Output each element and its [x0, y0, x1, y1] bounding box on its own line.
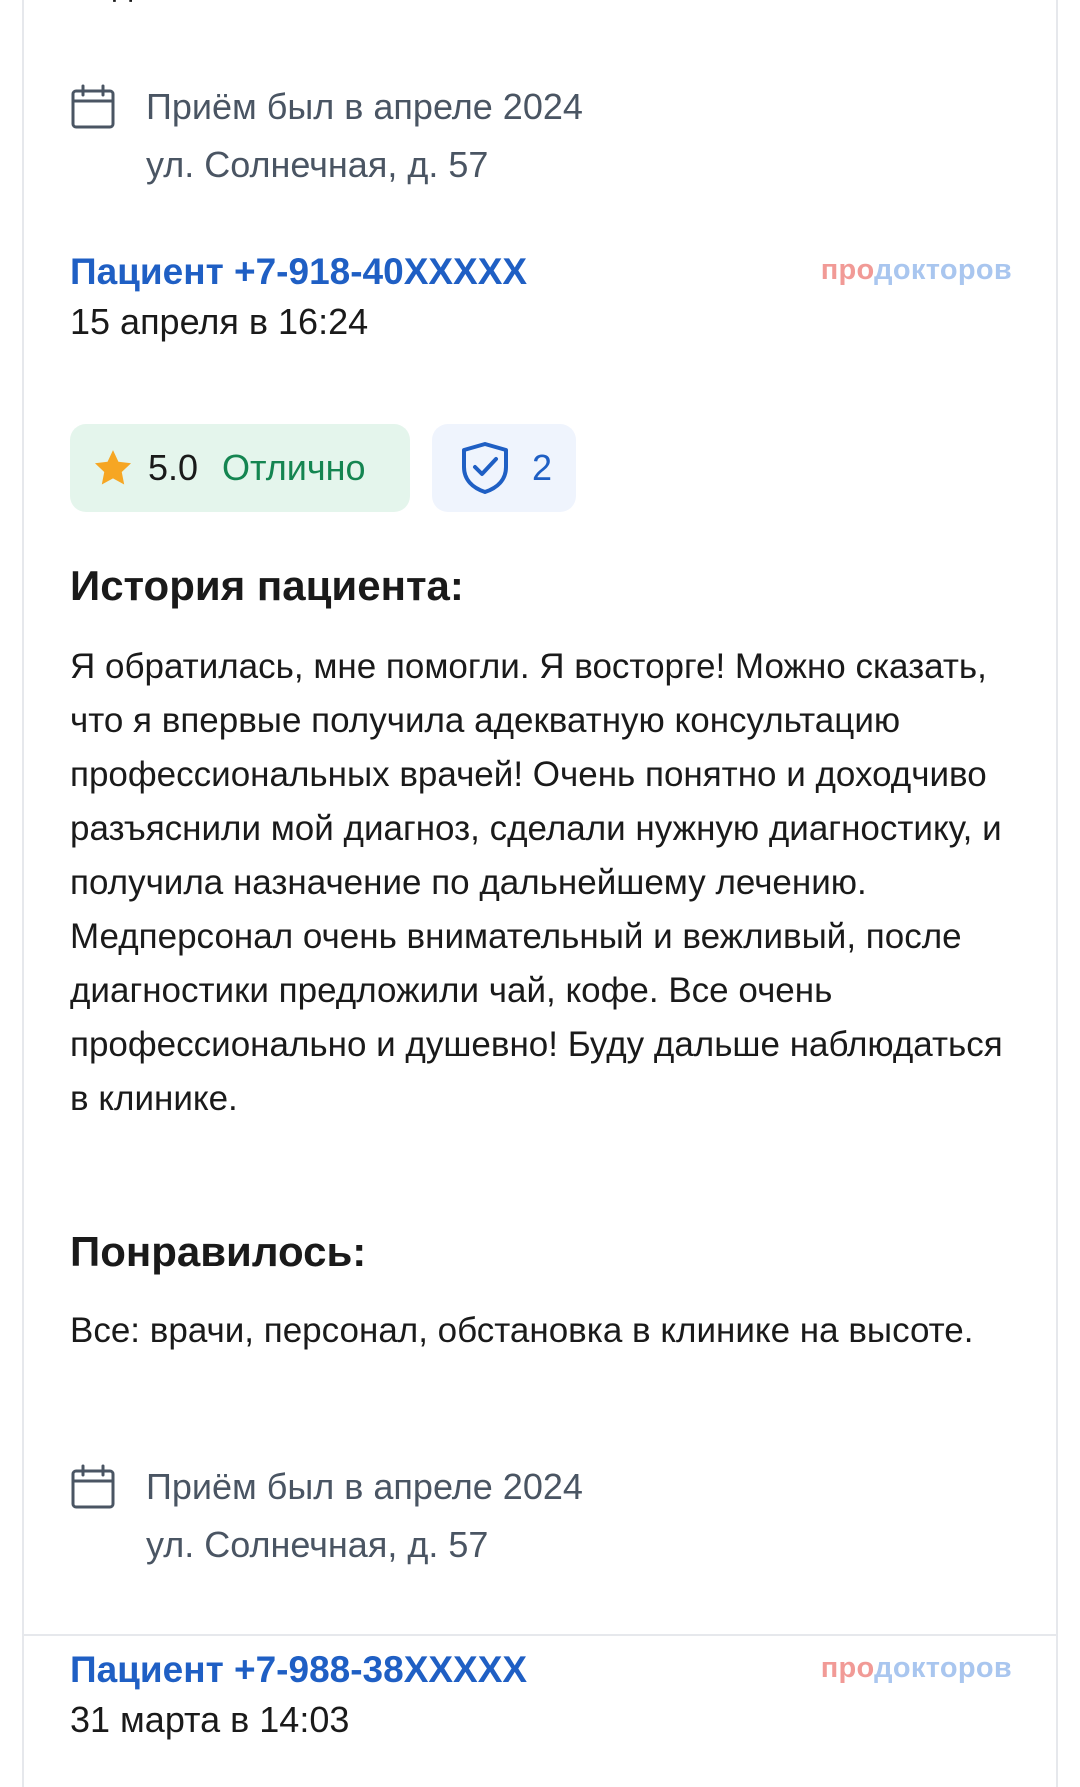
rating-badge: 5.0 Отлично	[70, 424, 410, 512]
cons-text: Недостатков нет.	[70, 0, 337, 8]
review-card-next: Пациент +7-988-38XXXXX продокторов 31 ма…	[22, 1636, 1058, 1787]
calendar-icon	[71, 84, 115, 129]
visit-address: ул. Солнечная, д. 57	[146, 144, 489, 185]
shield-check-icon	[462, 442, 508, 494]
star-icon	[94, 450, 132, 485]
prodoctorov-logo: продокторов	[820, 1652, 1012, 1684]
prodoctorov-logo: продокторов	[820, 254, 1012, 286]
review-author-link[interactable]: Пациент +7-988-38XXXXX	[70, 1646, 527, 1694]
visit-date: Приём был в апреле 2024	[146, 86, 583, 127]
verified-count: 2	[532, 447, 553, 488]
review-date: 31 марта в 14:03	[70, 1699, 350, 1740]
review-date: 15 апреля в 16:24	[70, 301, 369, 342]
visit-address: ул. Солнечная, д. 57	[146, 1524, 489, 1565]
visit-date: Приём был в апреле 2024	[146, 1466, 583, 1507]
reviews-page: Недостатков нет. Приём был в апреле 2024…	[0, 0, 1080, 1787]
review-card: Пациент +7-918-40XXXXX продокторов 15 ап…	[22, 240, 1058, 1636]
visit-info: Приём был в апреле 2024 ул. Солнечная, д…	[70, 1458, 583, 1574]
rating-score: 5.0	[148, 447, 199, 488]
review-author-link[interactable]: Пациент +7-918-40XXXXX	[70, 248, 527, 296]
review-card-previous: Недостатков нет. Приём был в апреле 2024…	[22, 0, 1058, 242]
verified-badge[interactable]: 2	[432, 424, 576, 512]
liked-heading: Понравилось:	[70, 1228, 367, 1275]
review-badges: 5.0 Отлично 2	[70, 424, 576, 512]
story-text: Я обратилась, мне помогли. Я восторге! М…	[70, 647, 1003, 1118]
visit-info: Приём был в апреле 2024 ул. Солнечная, д…	[70, 78, 583, 194]
calendar-icon	[71, 1464, 115, 1509]
story-heading: История пациента:	[70, 562, 464, 609]
liked-text: Все: врачи, персонал, обстановка в клини…	[70, 1311, 974, 1350]
rating-label: Отлично	[222, 447, 366, 488]
